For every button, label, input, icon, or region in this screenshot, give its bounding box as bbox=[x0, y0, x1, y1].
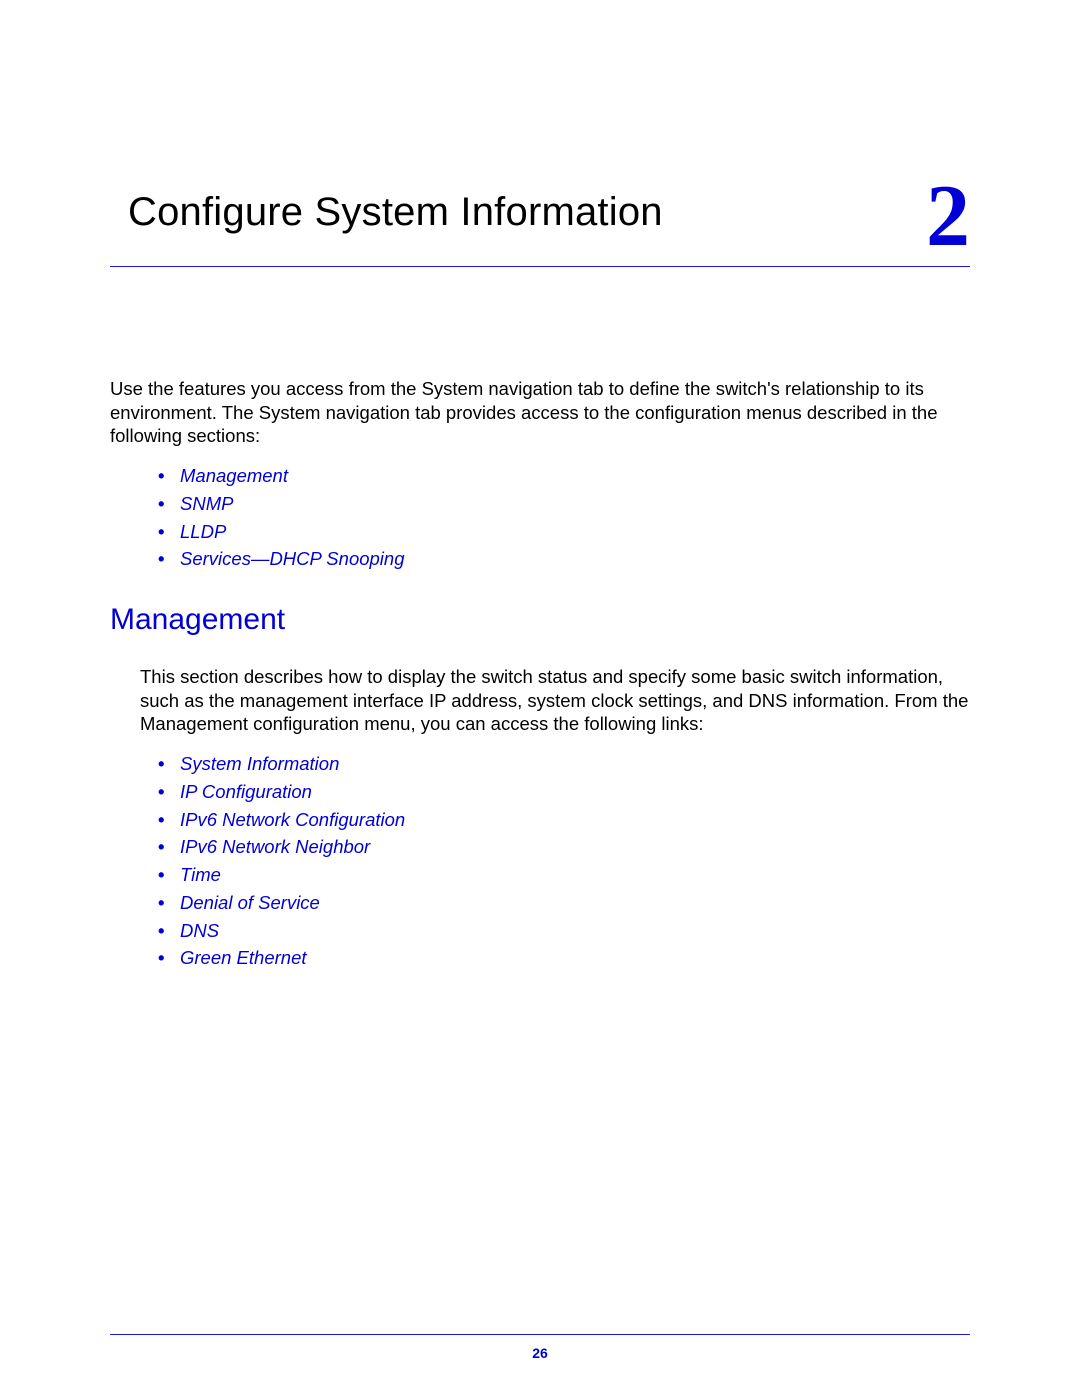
chapter-number-wrap: 2 bbox=[900, 190, 970, 260]
list-item: Denial of Service bbox=[158, 889, 970, 917]
list-item: Management bbox=[158, 462, 970, 490]
link-lldp[interactable]: LLDP bbox=[180, 521, 226, 542]
section-heading-management: Management bbox=[110, 603, 970, 637]
link-denial-of-service[interactable]: Denial of Service bbox=[180, 892, 320, 913]
link-management[interactable]: Management bbox=[180, 465, 288, 486]
link-ip-configuration[interactable]: IP Configuration bbox=[180, 781, 312, 802]
link-time[interactable]: Time bbox=[180, 864, 221, 885]
list-item: IP Configuration bbox=[158, 778, 970, 806]
list-item: System Information bbox=[158, 750, 970, 778]
chapter-title: Configure System Information bbox=[110, 190, 663, 235]
list-item: DNS bbox=[158, 917, 970, 945]
list-item: IPv6 Network Neighbor bbox=[158, 833, 970, 861]
link-ipv6-network-neighbor[interactable]: IPv6 Network Neighbor bbox=[180, 836, 370, 857]
link-dns[interactable]: DNS bbox=[180, 920, 219, 941]
footer-rule bbox=[110, 1334, 970, 1335]
list-item: IPv6 Network Configuration bbox=[158, 806, 970, 834]
list-item: Services—DHCP Snooping bbox=[158, 545, 970, 573]
link-services-dhcp-snooping[interactable]: Services—DHCP Snooping bbox=[180, 548, 405, 569]
chapter-header: Configure System Information 2 bbox=[110, 190, 970, 267]
section-link-list: System Information IP Configuration IPv6… bbox=[110, 750, 970, 972]
link-system-information[interactable]: System Information bbox=[180, 753, 339, 774]
chapter-number: 2 bbox=[926, 184, 970, 250]
link-snmp[interactable]: SNMP bbox=[180, 493, 233, 514]
intro-paragraph: Use the features you access from the Sys… bbox=[110, 377, 970, 448]
intro-link-list: Management SNMP LLDP Services—DHCP Snoop… bbox=[110, 462, 970, 573]
link-ipv6-network-configuration[interactable]: IPv6 Network Configuration bbox=[180, 809, 405, 830]
page: Configure System Information 2 Use the f… bbox=[0, 0, 1080, 1397]
section-body: This section describes how to display th… bbox=[110, 665, 970, 736]
list-item: Green Ethernet bbox=[158, 944, 970, 972]
link-green-ethernet[interactable]: Green Ethernet bbox=[180, 947, 307, 968]
page-number: 26 bbox=[0, 1345, 1080, 1361]
list-item: LLDP bbox=[158, 518, 970, 546]
list-item: SNMP bbox=[158, 490, 970, 518]
list-item: Time bbox=[158, 861, 970, 889]
